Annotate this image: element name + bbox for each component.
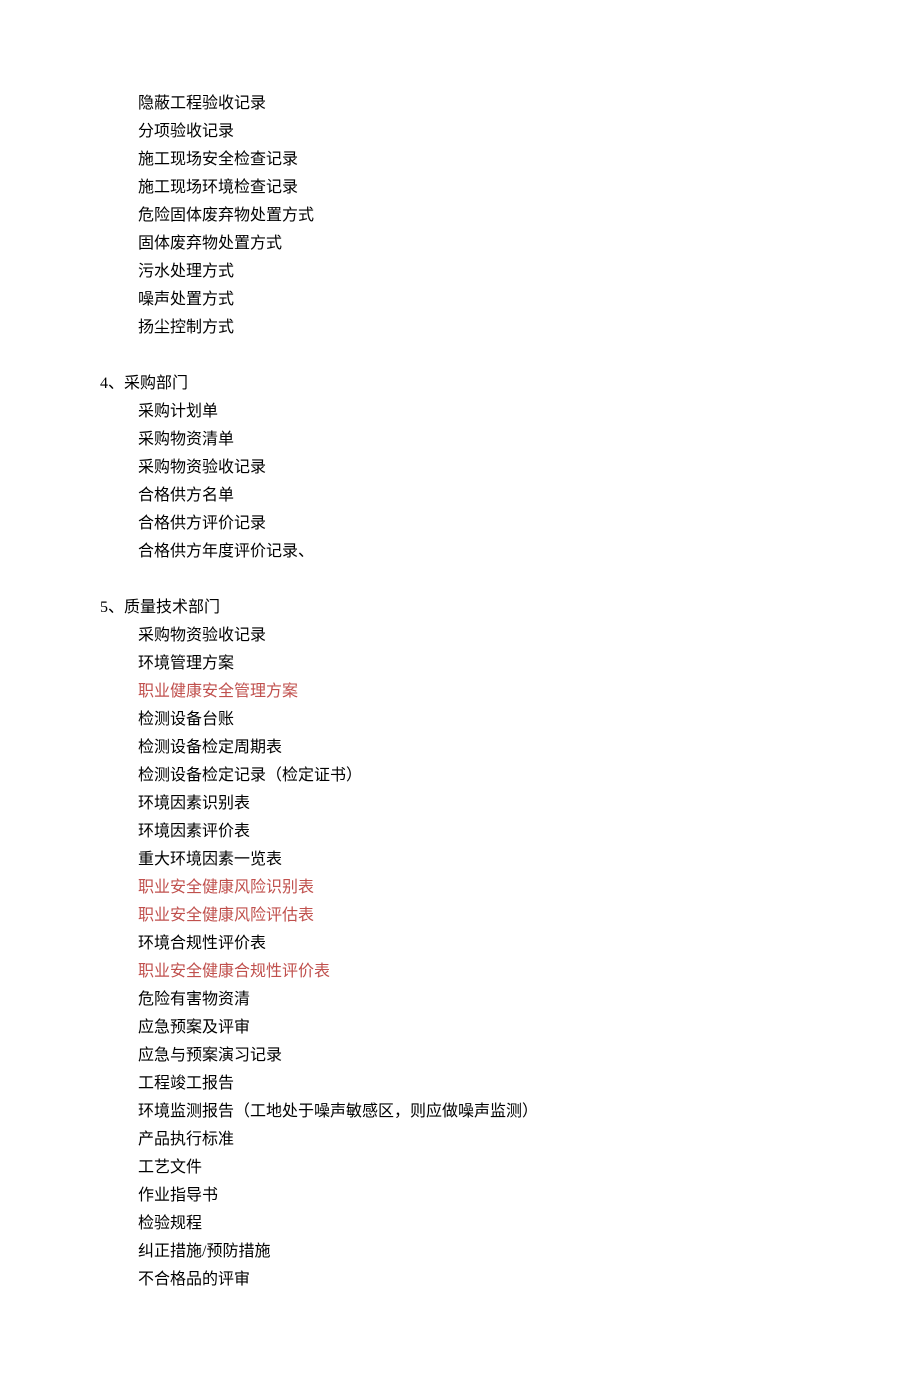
- list-item: 扬尘控制方式: [138, 314, 820, 342]
- section5-list: 采购物资验收记录环境管理方案职业健康安全管理方案检测设备台账检测设备检定周期表检…: [138, 622, 820, 1294]
- list-item: 采购计划单: [138, 398, 820, 426]
- list-item: 不合格品的评审: [138, 1266, 820, 1294]
- list-item: 污水处理方式: [138, 258, 820, 286]
- list-item: 工艺文件: [138, 1154, 820, 1182]
- list-item: 合格供方名单: [138, 482, 820, 510]
- list-item: 职业安全健康风险识别表: [138, 874, 820, 902]
- list-item: 隐蔽工程验收记录: [138, 90, 820, 118]
- list-item: 应急预案及评审: [138, 1014, 820, 1042]
- section5-header: 5、质量技术部门: [100, 594, 820, 622]
- list-item: 职业健康安全管理方案: [138, 678, 820, 706]
- list-item: 应急与预案演习记录: [138, 1042, 820, 1070]
- list-item: 检测设备检定记录（检定证书）: [138, 762, 820, 790]
- list-item: 职业安全健康风险评估表: [138, 902, 820, 930]
- list-item: 噪声处置方式: [138, 286, 820, 314]
- list-item: 采购物资验收记录: [138, 622, 820, 650]
- list-item: 危险有害物资清: [138, 986, 820, 1014]
- list-item: 检测设备台账: [138, 706, 820, 734]
- list-item: 环境管理方案: [138, 650, 820, 678]
- list-item: 合格供方评价记录: [138, 510, 820, 538]
- list-item: 工程竣工报告: [138, 1070, 820, 1098]
- list-item: 纠正措施/预防措施: [138, 1238, 820, 1266]
- list-item: 环境因素识别表: [138, 790, 820, 818]
- list-item: 环境因素评价表: [138, 818, 820, 846]
- section3-trailing-list: 隐蔽工程验收记录分项验收记录施工现场安全检查记录施工现场环境检查记录危险固体废弃…: [138, 90, 820, 342]
- list-item: 危险固体废弃物处置方式: [138, 202, 820, 230]
- list-item: 环境监测报告（工地处于噪声敏感区，则应做噪声监测）: [138, 1098, 820, 1126]
- section4-header: 4、采购部门: [100, 370, 820, 398]
- list-item: 合格供方年度评价记录、: [138, 538, 820, 566]
- list-item: 采购物资验收记录: [138, 454, 820, 482]
- section4-list: 采购计划单采购物资清单采购物资验收记录合格供方名单合格供方评价记录合格供方年度评…: [138, 398, 820, 566]
- list-item: 作业指导书: [138, 1182, 820, 1210]
- list-item: 检测设备检定周期表: [138, 734, 820, 762]
- list-item: 环境合规性评价表: [138, 930, 820, 958]
- list-item: 施工现场安全检查记录: [138, 146, 820, 174]
- list-item: 产品执行标准: [138, 1126, 820, 1154]
- list-item: 职业安全健康合规性评价表: [138, 958, 820, 986]
- list-item: 检验规程: [138, 1210, 820, 1238]
- list-item: 采购物资清单: [138, 426, 820, 454]
- list-item: 固体废弃物处置方式: [138, 230, 820, 258]
- list-item: 重大环境因素一览表: [138, 846, 820, 874]
- list-item: 施工现场环境检查记录: [138, 174, 820, 202]
- list-item: 分项验收记录: [138, 118, 820, 146]
